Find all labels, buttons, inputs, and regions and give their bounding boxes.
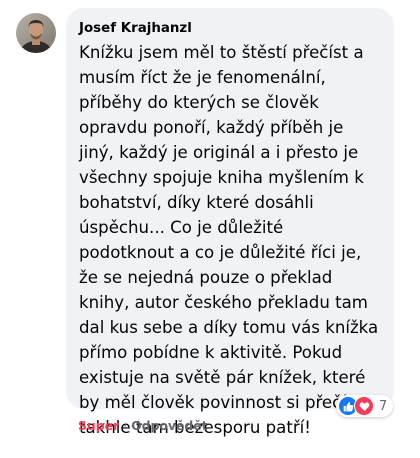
- comment-text-line: knihy, autor českého překladu tam: [79, 293, 368, 312]
- comment-text-line: podotknout a co je důležité říci je,: [79, 243, 362, 262]
- comment-text-line: úspěchu... Co je důležité: [79, 218, 284, 237]
- comment-text: Knížku jsem měl to štěstí přečíst a musí…: [79, 40, 382, 440]
- comment-text-line: musím říct že je fenomenální,: [79, 68, 326, 87]
- love-icon: [354, 396, 374, 416]
- comment-text-line: přímo pobídne k aktivitě. Pokud: [79, 343, 343, 362]
- avatar[interactable]: [16, 13, 56, 53]
- comment-text-line: bohatství, díky které dosáhli: [79, 193, 314, 212]
- comment-text-line: příběhy do kterých se člověk: [79, 93, 319, 112]
- super-reaction-button[interactable]: Super: [78, 418, 119, 434]
- comment-bubble: Josef Krajhanzl Knížku jsem měl to štěst…: [66, 8, 394, 437]
- comment-text-line: Knížku jsem měl to štěstí přečíst a: [79, 43, 364, 62]
- reply-button[interactable]: Odpovědět: [131, 418, 207, 434]
- action-separator: ·: [123, 418, 128, 433]
- comment: Josef Krajhanzl Knížku jsem měl to štěst…: [0, 0, 420, 458]
- author-name[interactable]: Josef Krajhanzl: [79, 20, 192, 38]
- comment-text-line: jiný, každý je originál a i přesto je: [79, 143, 359, 162]
- comment-text-line: že se nejedná pouze o překlad: [79, 268, 333, 287]
- reaction-summary[interactable]: 7: [336, 395, 394, 417]
- comment-text-line: opravdu ponoří, každý příběh je: [79, 118, 344, 137]
- reaction-count: 7: [379, 398, 388, 414]
- comment-text-line: všechny spojuje kniha myšlením k: [79, 168, 364, 187]
- comment-text-line: dal kus sebe a díky tomu vás knížka: [79, 318, 379, 337]
- comment-actions: Super · Odpovědět: [78, 418, 208, 434]
- comment-text-line: existuje na světě pár knížek, které: [79, 368, 366, 387]
